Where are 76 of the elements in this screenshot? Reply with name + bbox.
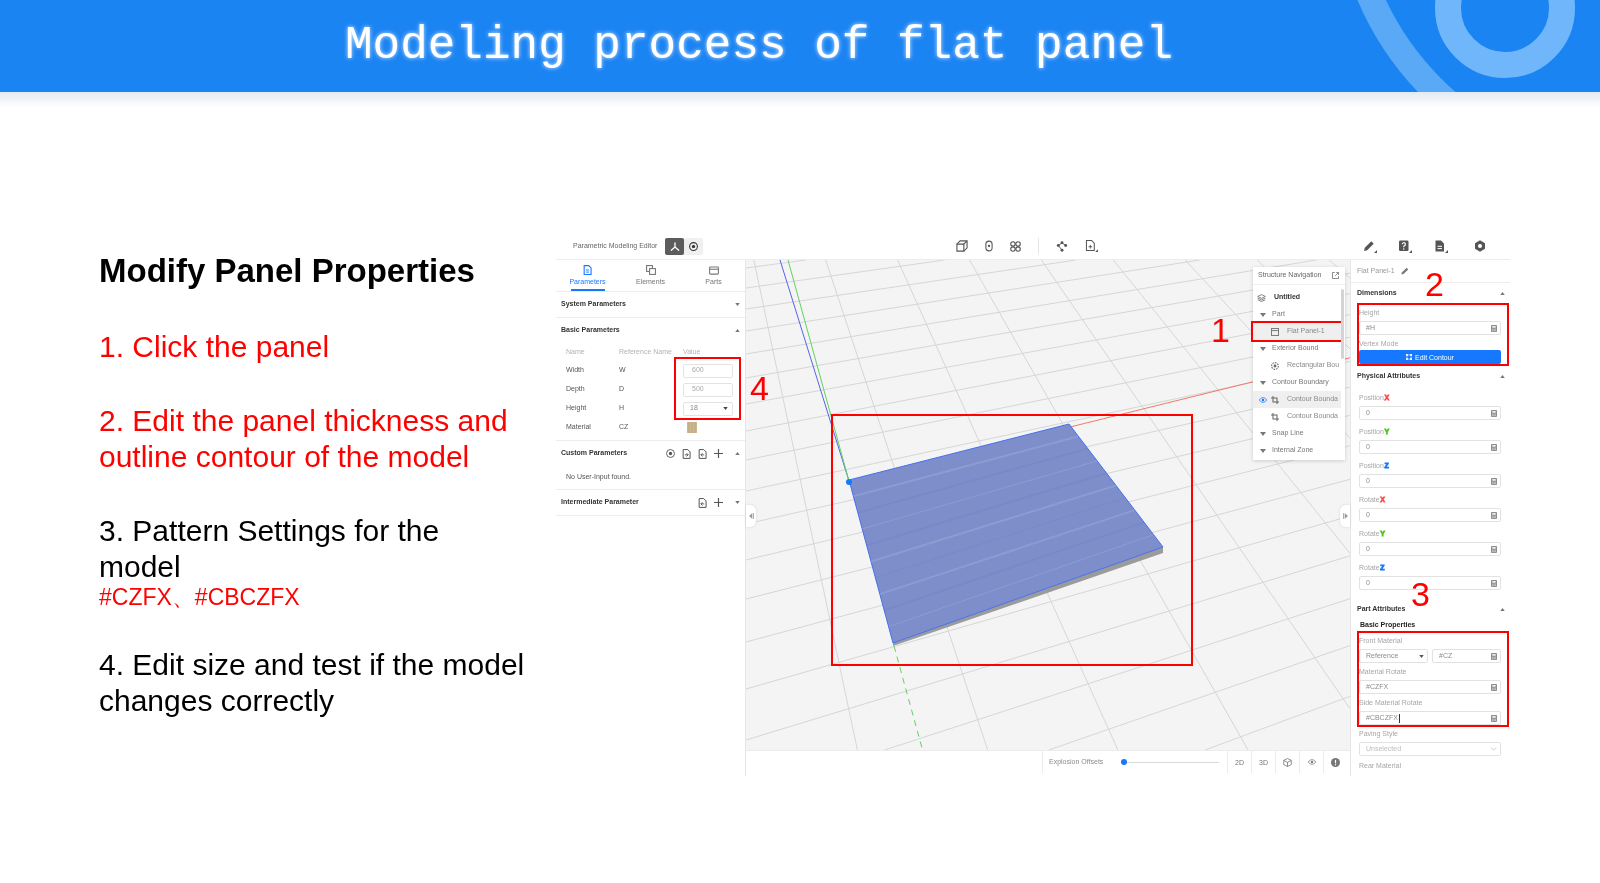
step-text: 2. Edit the panel thickness and outline contour of the model <box>99 403 509 475</box>
calculator-icon[interactable] <box>1491 409 1497 417</box>
cube-icon[interactable] <box>1283 757 1292 767</box>
settings-icon[interactable] <box>1474 240 1486 252</box>
four-circles-icon[interactable] <box>1010 240 1021 252</box>
dotted-ring-icon <box>1271 361 1279 370</box>
flat-panel-model[interactable] <box>848 423 1164 646</box>
slide-title: Modeling process of flat panel <box>344 20 1174 72</box>
caret-down-icon[interactable] <box>1260 448 1266 453</box>
eye-icon[interactable] <box>1259 396 1267 403</box>
file-icon[interactable] <box>1434 239 1448 253</box>
plus-icon[interactable] <box>714 498 723 507</box>
crop-icon <box>1271 412 1279 421</box>
caret-up-icon[interactable] <box>735 329 740 332</box>
nodes-icon[interactable] <box>1056 240 1068 252</box>
collapse-left-icon <box>748 513 754 519</box>
document-arrow-icon[interactable] <box>682 448 691 459</box>
vertex-dot-icon[interactable] <box>846 479 852 485</box>
calculator-icon[interactable] <box>1491 652 1497 660</box>
callout-number: 4 <box>750 371 769 405</box>
vertex-icon <box>1406 354 1413 360</box>
calculator-icon[interactable] <box>1491 545 1497 553</box>
caret-down-icon[interactable] <box>1260 431 1266 436</box>
caret-down-icon[interactable] <box>735 303 740 306</box>
copy-icon <box>645 265 656 275</box>
calculator-icon[interactable] <box>1491 324 1497 332</box>
help-icon[interactable] <box>1398 239 1412 253</box>
calculator-icon[interactable] <box>1491 579 1497 587</box>
calculator-icon[interactable] <box>1491 511 1497 519</box>
expand-icon[interactable] <box>1332 272 1339 279</box>
caret-up-icon[interactable] <box>1500 374 1505 378</box>
alert-icon[interactable] <box>1331 757 1340 767</box>
code-list: #CZFX、#CBCZFX <box>99 585 527 609</box>
layers-icon <box>1257 293 1266 302</box>
collapse-right-icon <box>1342 513 1348 519</box>
mode-button[interactable] <box>665 237 685 255</box>
collapse-handle[interactable] <box>1340 505 1350 527</box>
axes-icon <box>669 241 680 251</box>
caret-down-icon[interactable] <box>1260 380 1266 385</box>
material-swatch-icon[interactable] <box>687 422 697 433</box>
step-text: 4. Edit size and test if the model changes correctly <box>99 647 526 719</box>
section-heading: Modify Panel Properties <box>99 251 476 291</box>
document-plus-icon[interactable] <box>1085 240 1098 252</box>
callout-number: 1 <box>1211 313 1230 347</box>
boxes-icon[interactable] <box>956 240 968 252</box>
explosion-slider[interactable] <box>1121 759 1220 765</box>
document-arrow-icon[interactable] <box>698 448 707 459</box>
crop-icon <box>1271 395 1279 404</box>
calculator-icon[interactable] <box>1491 714 1497 722</box>
document-arrow-icon[interactable] <box>698 497 707 508</box>
calculator-icon[interactable] <box>1491 477 1497 485</box>
eye-icon[interactable] <box>1307 759 1316 765</box>
collapse-handle[interactable] <box>746 505 756 527</box>
caret-down-icon[interactable] <box>723 407 728 410</box>
step-text: 1. Click the panel <box>99 329 331 365</box>
calculator-icon[interactable] <box>1491 443 1497 451</box>
plus-icon[interactable] <box>714 449 723 458</box>
target-icon <box>689 241 699 251</box>
caret-up-icon[interactable] <box>1500 291 1505 295</box>
calculator-icon[interactable] <box>1491 683 1497 691</box>
capsule-icon[interactable] <box>985 240 993 252</box>
pencil-icon[interactable] <box>1363 239 1377 253</box>
window-icon <box>708 265 719 275</box>
target-icon[interactable] <box>666 449 675 458</box>
caret-down-icon[interactable] <box>1260 346 1266 351</box>
pencil-icon[interactable] <box>1400 267 1409 275</box>
callout-number: 2 <box>1425 267 1444 301</box>
slider-thumb[interactable] <box>1121 759 1128 765</box>
caret-down-icon[interactable] <box>1260 312 1266 317</box>
caret-down-icon[interactable] <box>1419 654 1424 658</box>
caret-down-icon[interactable] <box>735 501 740 504</box>
step-text: 3. Pattern Settings for the model <box>99 513 441 585</box>
document-icon <box>583 265 592 275</box>
caret-up-icon[interactable] <box>1500 607 1505 611</box>
panel-icon <box>1271 327 1279 336</box>
caret-up-icon[interactable] <box>735 452 740 455</box>
